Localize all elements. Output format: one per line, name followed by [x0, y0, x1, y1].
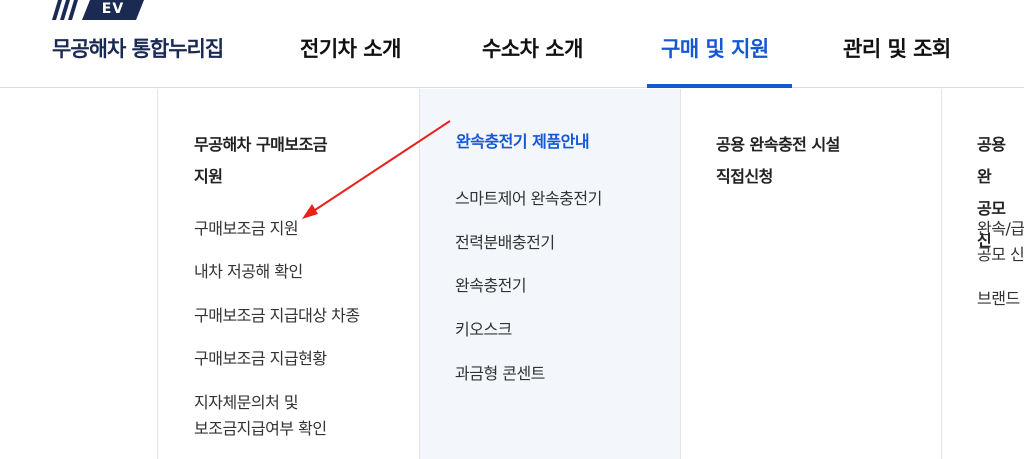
nav-manage-lookup[interactable]: 관리 및 조회	[843, 33, 951, 63]
column-title-chargers[interactable]: 완속충전기 제품안내	[456, 126, 590, 158]
menu-column-public-contest: 공용 완 공모 신 완속/급 공모 신 브랜드	[941, 89, 1024, 459]
menu-item-smart-charger[interactable]: 스마트제어 완속충전기	[455, 186, 602, 212]
nav-purchase-support[interactable]: 구매 및 지원	[661, 33, 769, 63]
menu-item-eligible-models[interactable]: 구매보조금 지급대상 차종	[194, 303, 360, 329]
menu-item-line: 보조금지급여부 확인	[194, 419, 327, 438]
column-title-public-charging[interactable]: 공용 완속충전 시설 직접신청	[716, 129, 840, 193]
column-title-line: 지원	[194, 167, 223, 186]
menu-column-chargers: 완속충전기 제품안내 스마트제어 완속충전기 전력분배충전기 완속충전기 키오스…	[419, 89, 680, 459]
column-title-subsidy[interactable]: 무공해차 구매보조금 지원	[194, 129, 328, 193]
column-title-line: 무공해차 구매보조금	[194, 135, 328, 154]
menu-column-subsidy: 무공해차 구매보조금 지원 구매보조금 지원 내차 저공해 확인 구매보조금 지…	[157, 89, 419, 459]
menu-item-contest-apply[interactable]: 완속/급 공모 신	[977, 216, 1024, 268]
column-title-line: 직접신청	[716, 167, 773, 186]
nav-hydrogen-intro[interactable]: 수소차 소개	[482, 33, 583, 63]
menu-item-power-distribution[interactable]: 전력분배충전기	[455, 230, 555, 256]
mega-menu: 무공해차 구매보조금 지원 구매보조금 지원 내차 저공해 확인 구매보조금 지…	[0, 89, 1024, 459]
logo-ev-text: EV	[82, 0, 144, 20]
ev-logo[interactable]: EV	[52, 0, 144, 20]
nav-ev-intro[interactable]: 전기차 소개	[300, 33, 401, 63]
menu-item-subsidy-support[interactable]: 구매보조금 지원	[194, 216, 299, 242]
menu-item-kiosk[interactable]: 키오스크	[455, 317, 512, 343]
column-title-line: 공용 완	[977, 135, 1006, 186]
menu-item-low-emission-check[interactable]: 내차 저공해 확인	[194, 259, 303, 285]
site-title[interactable]: 무공해차 통합누리집	[52, 33, 224, 63]
menu-item-line: 지자체문의처 및	[194, 393, 299, 412]
menu-column-public-charging: 공용 완속충전 시설 직접신청	[680, 89, 941, 459]
column-title-line: 공용 완속충전 시설	[716, 135, 840, 154]
site-header: EV 무공해차 통합누리집 전기차 소개 수소차 소개 구매 및 지원 관리 및…	[0, 0, 1024, 88]
menu-item-line: 공모 신	[977, 245, 1024, 264]
menu-item-brand[interactable]: 브랜드	[977, 286, 1020, 312]
menu-item-local-contacts[interactable]: 지자체문의처 및 보조금지급여부 확인	[194, 390, 327, 442]
menu-item-paid-outlet[interactable]: 과금형 콘센트	[455, 361, 545, 387]
logo-stripes-icon	[52, 0, 78, 20]
active-nav-underline	[647, 84, 792, 88]
menu-item-payment-status[interactable]: 구매보조금 지급현황	[194, 346, 327, 372]
menu-item-slow-charger[interactable]: 완속충전기	[455, 273, 527, 299]
menu-item-line: 완속/급	[977, 219, 1024, 238]
